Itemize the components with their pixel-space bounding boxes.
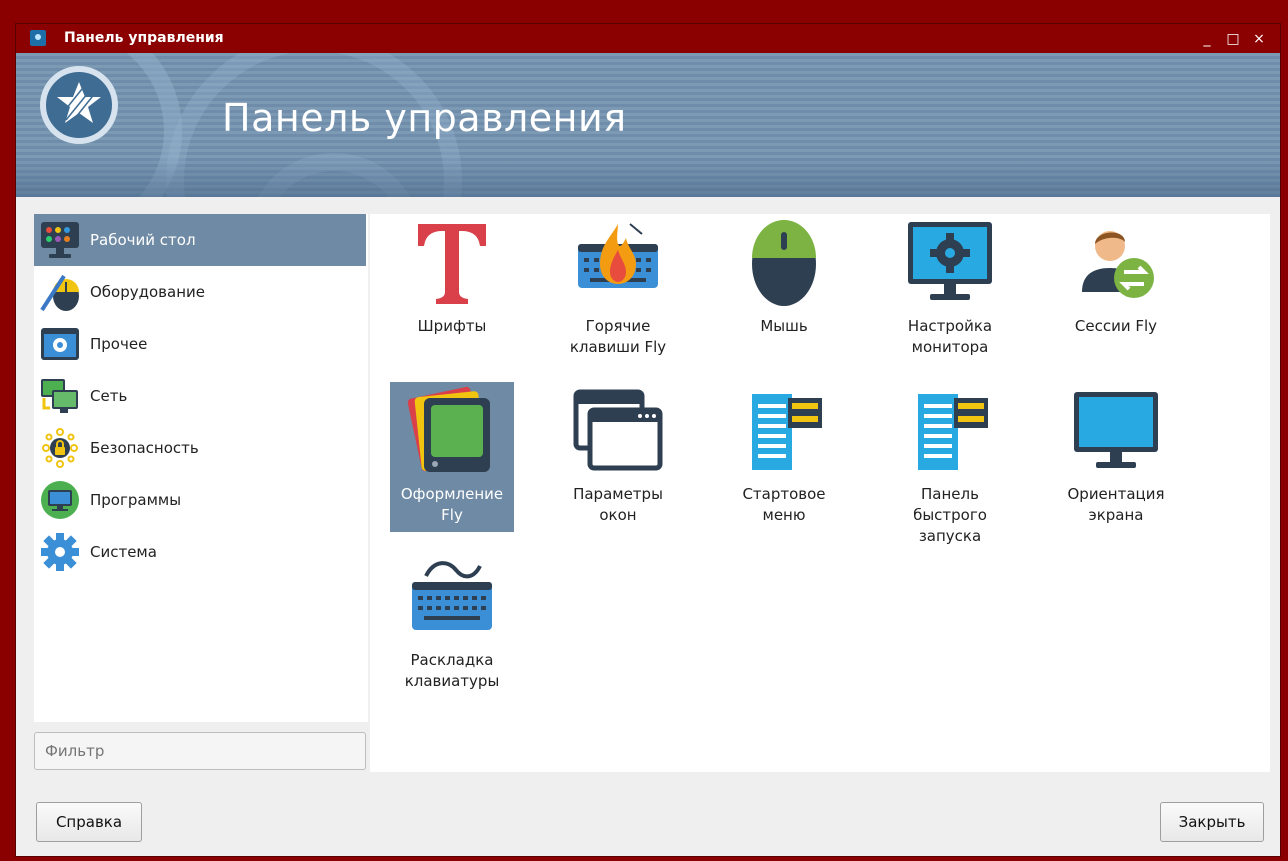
hardware-mouse-pen-icon <box>38 272 82 312</box>
applet-label: Панель быстрого запуска <box>913 485 987 545</box>
sidebar-item-hardware[interactable]: Оборудование <box>34 266 366 318</box>
applet-label: Настройка монитора <box>907 317 993 356</box>
sidebar-item-desktop[interactable]: Рабочий стол <box>34 214 366 266</box>
sidebar-item-security[interactable]: Безопасность <box>34 422 366 474</box>
filter-input[interactable] <box>34 732 366 770</box>
gear-decoration <box>246 153 422 197</box>
sessions-icon <box>1068 218 1164 308</box>
programs-monitor-icon <box>38 480 82 520</box>
sidebar-item-label: Оборудование <box>90 283 205 301</box>
sidebar-item-system[interactable]: Система <box>34 526 366 578</box>
applet-label: Оформление Fly <box>400 485 504 524</box>
sidebar-item-label: Сеть <box>90 387 128 405</box>
applet-label: Раскладка клавиатуры <box>404 651 500 690</box>
appearance-icon <box>404 386 500 476</box>
applet-label: Стартовое меню <box>742 485 826 524</box>
sidebar-item-label: Прочее <box>90 335 148 353</box>
help-button[interactable]: Справка <box>36 802 142 842</box>
applet-screen-orientation[interactable]: Ориентация экрана <box>1054 382 1178 532</box>
app-icon <box>30 30 46 46</box>
star-logo-icon <box>40 66 118 144</box>
applet-window-params[interactable]: Параметры окон <box>556 382 680 532</box>
screen-orientation-icon <box>1068 386 1164 476</box>
category-sidebar: Рабочий стол Оборудование Прочее Сеть Бе… <box>34 214 368 722</box>
applet-label: Параметры окон <box>573 485 663 524</box>
applet-monitor-settings[interactable]: Настройка монитора <box>888 214 1012 364</box>
sidebar-item-other[interactable]: Прочее <box>34 318 366 370</box>
applet-label: Горячие клавиши Fly <box>569 317 667 356</box>
security-lock-icon <box>38 428 82 468</box>
applet-mouse[interactable]: Мышь <box>722 214 846 343</box>
applet-label: Шрифты <box>417 317 487 335</box>
close-button[interactable]: Закрыть <box>1160 802 1264 842</box>
desktop-palette-icon <box>38 220 82 260</box>
hotkeys-icon <box>570 218 666 308</box>
sidebar-item-label: Программы <box>90 491 182 509</box>
mouse-icon <box>736 218 832 308</box>
window-params-icon <box>570 386 666 476</box>
maximize-button[interactable]: □ <box>1222 28 1244 50</box>
title-bar[interactable]: Панель управления _ □ × <box>16 24 1280 53</box>
applet-start-menu[interactable]: Стартовое меню <box>722 382 846 532</box>
fonts-icon <box>404 218 500 308</box>
keyboard-layout-icon <box>404 552 500 642</box>
minimize-button[interactable]: _ <box>1196 28 1218 50</box>
sidebar-item-programs[interactable]: Программы <box>34 474 366 526</box>
applets-grid: Шрифты Горячие клавиши Fly Мышь Настройк… <box>370 214 1270 772</box>
applet-keyboard-layout[interactable]: Раскладка клавиатуры <box>390 548 514 698</box>
start-menu-icon <box>736 386 832 476</box>
network-monitors-icon <box>38 376 82 416</box>
applet-label: Сессии Fly <box>1074 317 1158 335</box>
quick-launch-icon <box>902 386 998 476</box>
control-panel-window: Панель управления _ □ × Панель управлени… <box>16 24 1280 856</box>
applet-appearance[interactable]: Оформление Fly <box>390 382 514 532</box>
sidebar-item-label: Рабочий стол <box>90 231 196 249</box>
sidebar-item-label: Безопасность <box>90 439 199 457</box>
header-banner: Панель управления <box>16 53 1280 197</box>
sidebar-item-network[interactable]: Сеть <box>34 370 366 422</box>
system-gear-icon <box>38 532 82 572</box>
applet-sessions[interactable]: Сессии Fly <box>1054 214 1178 343</box>
applet-label: Ориентация экрана <box>1067 485 1165 524</box>
banner-title: Панель управления <box>222 96 627 140</box>
close-window-button[interactable]: × <box>1248 28 1270 50</box>
window-title: Панель управления <box>64 30 224 46</box>
applet-label: Мышь <box>760 317 808 335</box>
applet-hotkeys[interactable]: Горячие клавиши Fly <box>556 214 680 364</box>
sidebar-item-label: Система <box>90 543 157 561</box>
other-gear-window-icon <box>38 324 82 364</box>
monitor-settings-icon <box>902 218 998 308</box>
applet-quick-launch[interactable]: Панель быстрого запуска <box>888 382 1012 553</box>
applet-fonts[interactable]: Шрифты <box>390 214 514 343</box>
